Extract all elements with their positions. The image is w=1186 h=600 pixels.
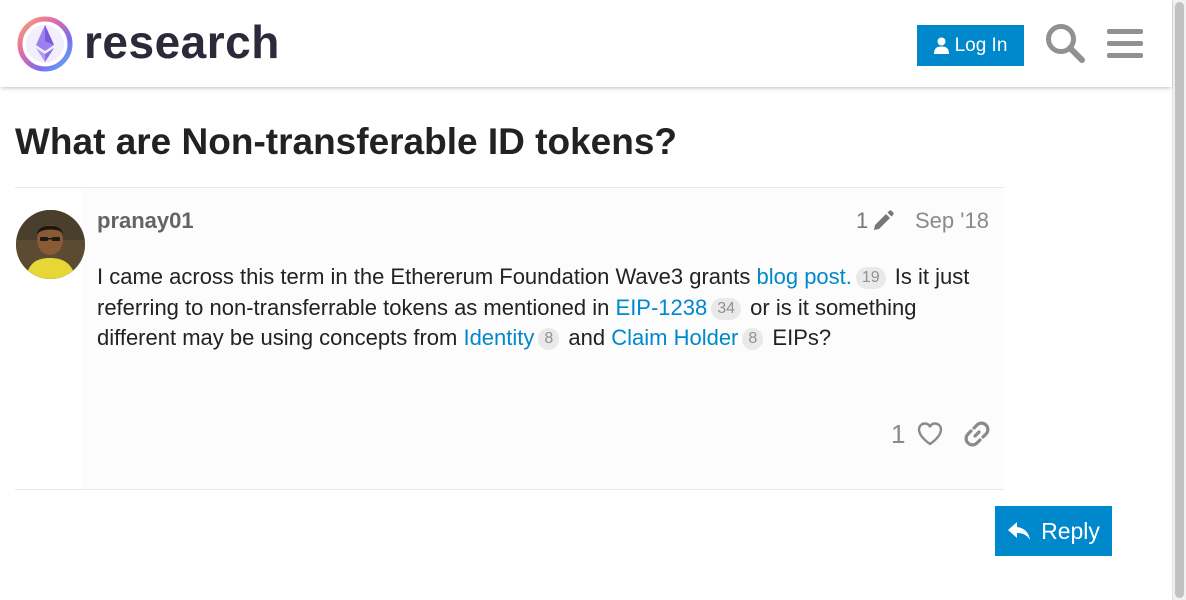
eip-1238-link[interactable]: EIP-1238 <box>616 295 708 320</box>
search-icon[interactable] <box>1044 22 1086 64</box>
reply-button[interactable]: Reply <box>995 506 1112 556</box>
pencil-icon <box>874 210 894 230</box>
click-count-badge: 34 <box>711 297 742 320</box>
like-count[interactable]: 1 <box>891 418 905 450</box>
blog-post-link[interactable]: blog post. <box>756 264 851 289</box>
site-name[interactable]: research <box>84 13 280 71</box>
hamburger-menu-icon[interactable] <box>1106 25 1144 63</box>
post-text: and <box>562 325 612 350</box>
edit-count: 1 <box>856 208 869 233</box>
page-scrollbar[interactable] <box>1172 0 1186 600</box>
scrollbar-thumb[interactable] <box>1175 2 1184 598</box>
reply-label: Reply <box>1041 517 1100 544</box>
avatar[interactable] <box>16 210 85 279</box>
post-username[interactable]: pranay01 <box>97 206 194 236</box>
claim-holder-link[interactable]: Claim Holder <box>611 325 738 350</box>
ethereum-research-logo-icon[interactable] <box>16 15 74 73</box>
login-button[interactable]: Log In <box>917 25 1024 66</box>
post-text: I came across this term in the Ethererum… <box>97 264 757 289</box>
login-label: Log In <box>954 34 1008 56</box>
edit-history[interactable]: 1 <box>856 206 894 236</box>
avatar-image <box>16 210 85 279</box>
click-count-badge: 8 <box>538 328 560 350</box>
topic-title[interactable]: What are Non-transferable ID tokens? <box>15 120 677 164</box>
heart-icon[interactable] <box>916 420 944 448</box>
post-text: EIPs? <box>766 325 832 350</box>
user-icon <box>933 37 949 54</box>
click-count-badge: 19 <box>855 267 886 289</box>
identity-link[interactable]: Identity <box>463 325 534 350</box>
post-date[interactable]: Sep '18 <box>915 206 989 236</box>
reply-icon <box>1008 522 1031 540</box>
divider <box>15 489 1004 490</box>
post-content: I came across this term in the Ethererum… <box>97 262 987 354</box>
click-count-badge: 8 <box>742 328 764 350</box>
site-header: research Log In <box>0 0 1172 87</box>
link-icon[interactable] <box>963 420 991 448</box>
